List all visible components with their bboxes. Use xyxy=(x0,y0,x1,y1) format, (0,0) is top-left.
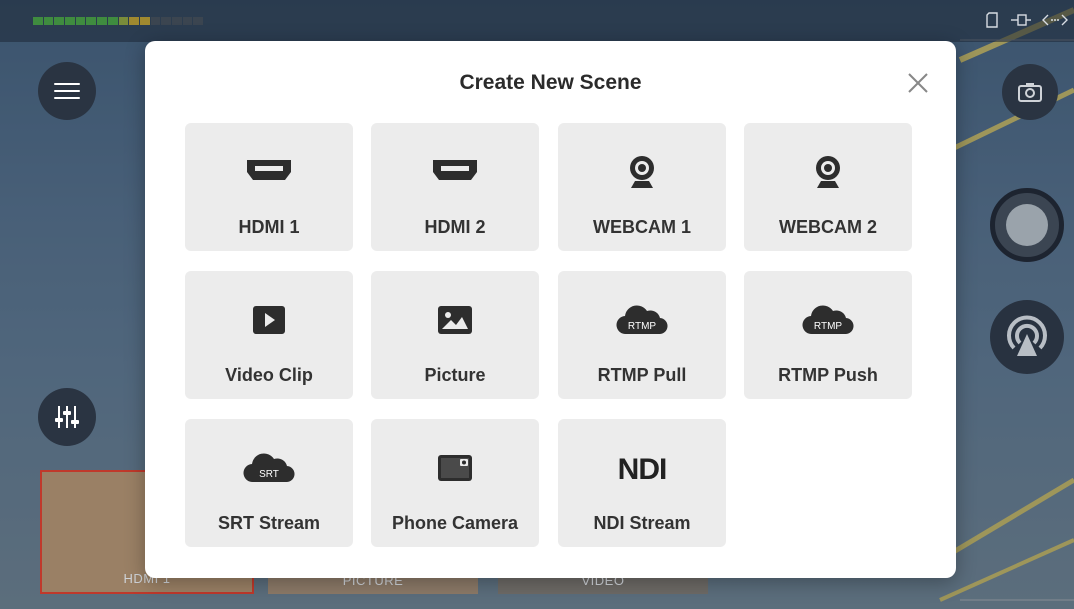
ndi-logo-text: NDI xyxy=(618,453,667,484)
sd-card-icon xyxy=(986,12,998,28)
top-status-bar xyxy=(0,0,1074,42)
rtmp-badge-text: RTMP xyxy=(628,321,656,332)
scene-option-ndi-stream[interactable]: NDI NDI Stream xyxy=(558,419,726,547)
rtmp-cloud-icon: RTMP xyxy=(616,305,668,335)
scene-option-label: WEBCAM 1 xyxy=(593,217,691,237)
mixer-icon xyxy=(55,406,79,428)
status-icons xyxy=(986,12,1068,28)
image-icon xyxy=(438,306,472,334)
webcam-icon xyxy=(816,156,840,188)
hdmi-icon xyxy=(433,160,477,180)
scene-option-label: HDMI 1 xyxy=(238,217,300,237)
scene-option-rtmp-push[interactable]: RTMP RTMP Push xyxy=(744,271,912,399)
scene-option-label: Phone Camera xyxy=(391,513,519,533)
ethernet-icon xyxy=(1011,14,1031,26)
record-button[interactable] xyxy=(990,188,1064,262)
network-icon xyxy=(1042,14,1068,26)
scene-option-label: Video Clip xyxy=(225,365,313,385)
webcam-icon xyxy=(630,156,654,188)
audio-mixer-button[interactable] xyxy=(38,388,96,446)
phone-camera-icon xyxy=(438,455,472,481)
live-stream-button[interactable] xyxy=(990,300,1064,374)
audio-level-meter xyxy=(33,17,203,25)
create-scene-dialog: Create New Scene HDMI 1 HDMI 2 WEBCAM 1 … xyxy=(145,41,956,578)
snapshot-button[interactable] xyxy=(1002,64,1058,120)
scene-option-hdmi-1[interactable]: HDMI 1 xyxy=(185,123,353,251)
scene-option-picture[interactable]: Picture xyxy=(371,271,539,399)
scene-option-webcam-2[interactable]: WEBCAM 2 xyxy=(744,123,912,251)
menu-icon xyxy=(54,78,80,104)
close-icon[interactable] xyxy=(905,70,931,96)
rtmp-cloud-icon: RTMP xyxy=(802,305,854,335)
scene-option-srt-stream[interactable]: SRT SRT Stream xyxy=(185,419,353,547)
scene-option-label: Picture xyxy=(424,365,486,385)
ndi-logo: NDI xyxy=(618,453,668,484)
live-broadcast-icon xyxy=(1007,315,1047,356)
rtmp-badge-text: RTMP xyxy=(814,321,842,332)
scene-option-webcam-1[interactable]: WEBCAM 1 xyxy=(558,123,726,251)
scene-option-label: SRT Stream xyxy=(217,513,321,533)
scene-option-video-clip[interactable]: Video Clip xyxy=(185,271,353,399)
dialog-title: Create New Scene xyxy=(459,71,642,94)
play-icon xyxy=(253,306,285,334)
srt-badge-text: SRT xyxy=(259,469,279,480)
scene-option-hdmi-2[interactable]: HDMI 2 xyxy=(371,123,539,251)
record-icon xyxy=(1006,204,1048,246)
scene-option-rtmp-pull[interactable]: RTMP RTMP Pull xyxy=(558,271,726,399)
scene-option-phone-camera[interactable]: Phone Camera xyxy=(371,419,539,547)
scene-option-label: WEBCAM 2 xyxy=(779,217,877,237)
scene-option-label: RTMP Pull xyxy=(597,365,687,385)
hdmi-icon xyxy=(247,160,291,180)
srt-cloud-icon: SRT xyxy=(243,453,295,483)
menu-button[interactable] xyxy=(38,62,96,120)
scene-option-label: RTMP Push xyxy=(778,365,878,385)
scene-option-label: NDI Stream xyxy=(593,513,691,533)
scene-option-label: HDMI 2 xyxy=(424,217,486,237)
camera-icon xyxy=(1018,83,1042,102)
